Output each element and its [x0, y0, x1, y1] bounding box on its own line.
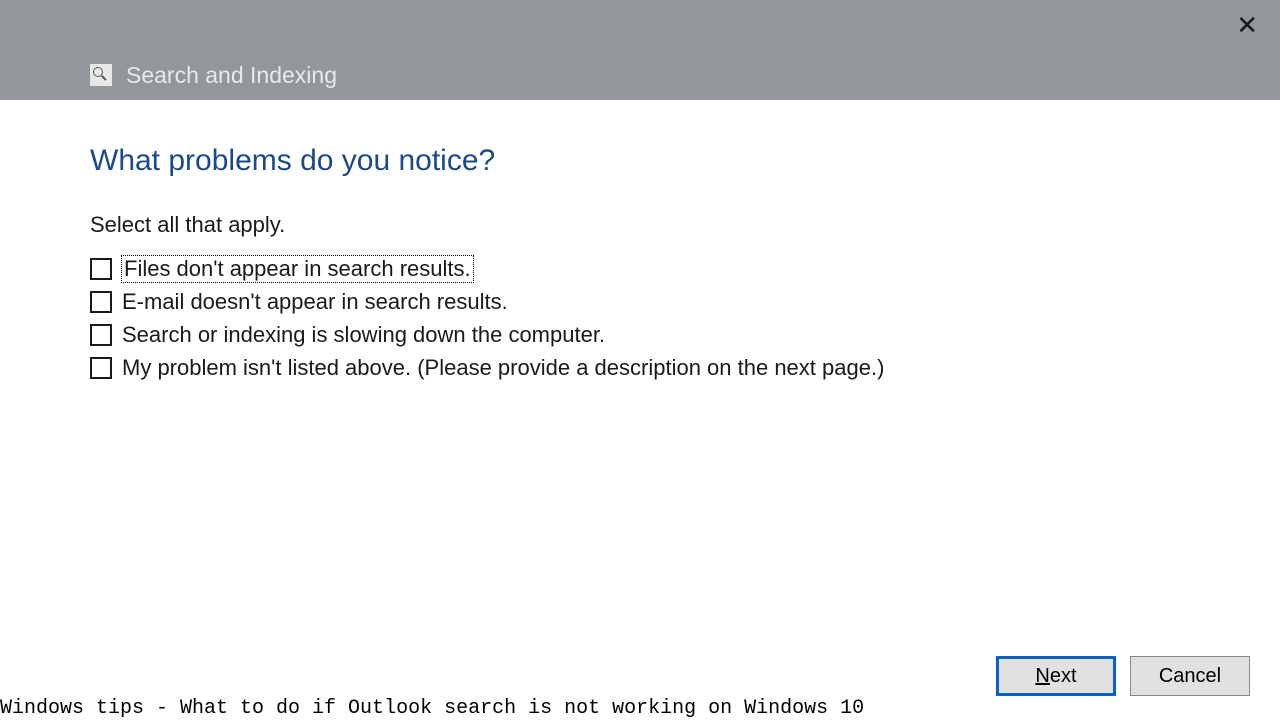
page-heading: What problems do you notice?: [90, 144, 1190, 178]
checkbox-files-not-appearing[interactable]: [90, 258, 112, 280]
external-caption: Windows tips - What to do if Outlook sea…: [0, 697, 864, 720]
instruction-text: Select all that apply.: [90, 212, 1190, 238]
option-row: Search or indexing is slowing down the c…: [90, 322, 1190, 348]
close-icon[interactable]: ✕: [1236, 12, 1258, 38]
checkbox-slowing-computer[interactable]: [90, 324, 112, 346]
content-area: What problems do you notice? Select all …: [0, 100, 1280, 381]
option-row: Files don't appear in search results.: [90, 256, 1190, 282]
checkbox-email-not-appearing[interactable]: [90, 291, 112, 313]
checkbox-not-listed[interactable]: [90, 357, 112, 379]
cancel-button[interactable]: Cancel: [1130, 656, 1250, 696]
footer-buttons: Next Cancel: [996, 656, 1250, 696]
next-button[interactable]: Next: [996, 656, 1116, 696]
option-label[interactable]: Files don't appear in search results.: [122, 256, 473, 282]
titlebar-title: Search and Indexing: [126, 62, 337, 89]
option-label[interactable]: Search or indexing is slowing down the c…: [122, 322, 605, 348]
titlebar: Search and Indexing ✕: [0, 0, 1280, 100]
option-label[interactable]: E-mail doesn't appear in search results.: [122, 289, 508, 315]
search-indexing-icon: [90, 64, 112, 86]
option-row: E-mail doesn't appear in search results.: [90, 289, 1190, 315]
option-label[interactable]: My problem isn't listed above. (Please p…: [122, 355, 884, 381]
option-row: My problem isn't listed above. (Please p…: [90, 355, 1190, 381]
